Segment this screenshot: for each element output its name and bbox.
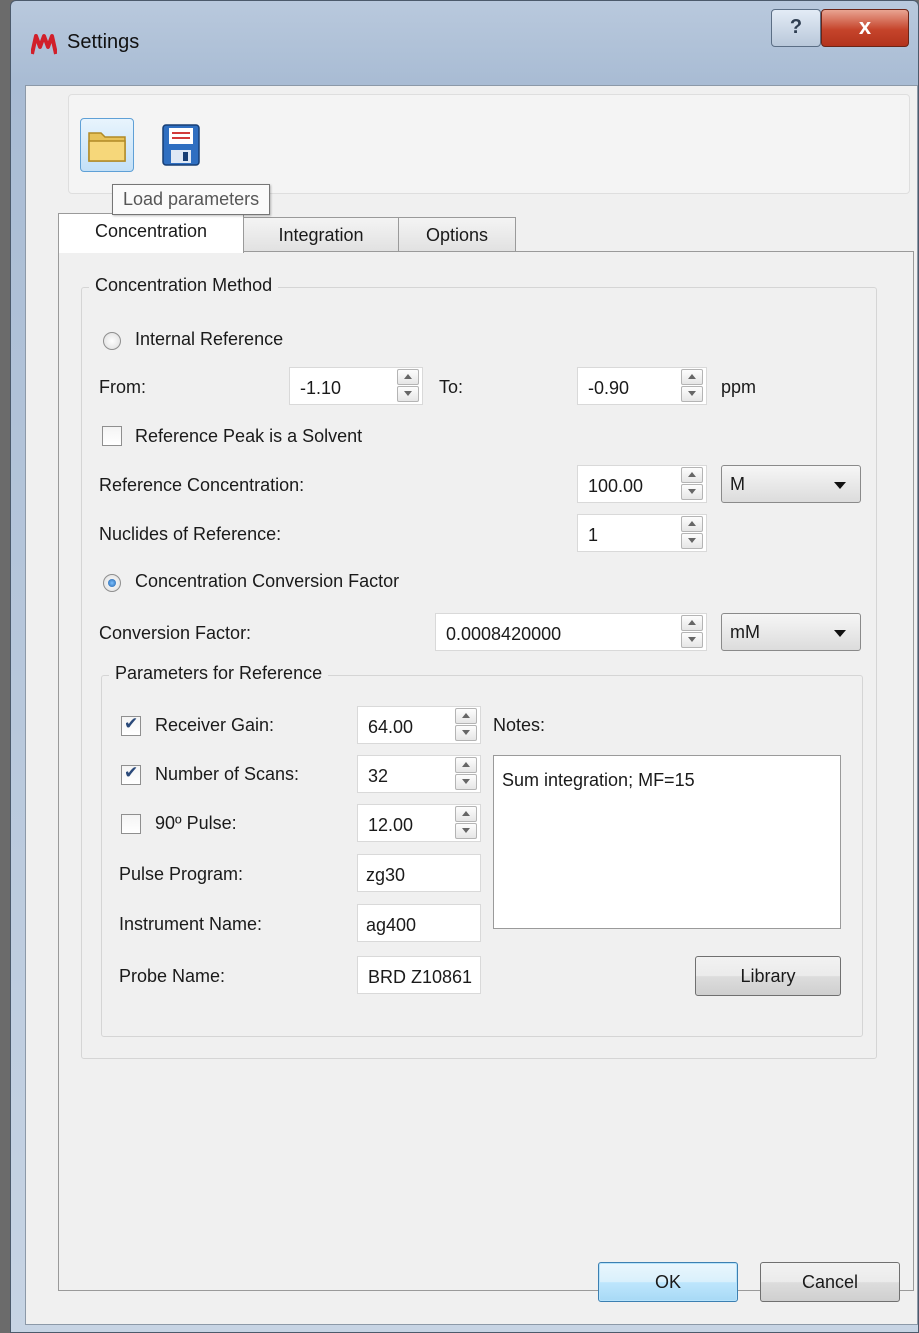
tab-options[interactable]: Options [398, 217, 516, 252]
save-parameters-button[interactable] [154, 118, 208, 172]
floppy-disk-icon [162, 124, 200, 166]
tab-concentration[interactable]: Concentration [58, 213, 244, 253]
decrement-arrow-icon[interactable] [681, 386, 703, 402]
reference-concentration-unit-select[interactable]: M [721, 465, 861, 503]
notes-label: Notes: [493, 715, 546, 735]
pulse-90-stepper[interactable] [453, 804, 481, 842]
number-of-scans-stepper[interactable] [453, 755, 481, 793]
reference-concentration-stepper[interactable] [679, 465, 707, 503]
number-of-scans-checkbox[interactable] [121, 763, 141, 785]
receiver-gain-label: Receiver Gain: [155, 715, 275, 735]
internal-reference-radio[interactable] [103, 332, 121, 350]
receiver-gain-checkbox[interactable] [121, 714, 141, 736]
internal-reference-label: Internal Reference [135, 329, 284, 349]
number-of-scans-label: Number of Scans: [155, 764, 300, 784]
pulse-90-checkbox[interactable] [121, 814, 141, 834]
pulse-program-label: Pulse Program: [119, 864, 244, 884]
increment-arrow-icon[interactable] [397, 369, 419, 385]
to-stepper[interactable] [679, 367, 707, 405]
to-label: To: [439, 377, 464, 397]
conversion-factor-spinbox[interactable]: 0.0008420000 [435, 613, 707, 651]
decrement-arrow-icon[interactable] [455, 823, 477, 839]
nuclides-label: Nuclides of Reference: [99, 524, 282, 544]
instrument-name-field[interactable]: ag400 [357, 904, 481, 942]
help-button[interactable]: ? [771, 9, 821, 47]
instrument-name-value: ag400 [366, 915, 417, 935]
pulse-program-field[interactable]: zg30 [357, 854, 481, 892]
dialog-client-area: Load parameters Concentration Integratio… [25, 85, 918, 1325]
from-value: -1.10 [300, 378, 342, 398]
solvent-label: Reference Peak is a Solvent [135, 426, 363, 446]
decrement-arrow-icon[interactable] [681, 484, 703, 500]
conversion-factor-label: Conversion Factor: [99, 623, 252, 643]
solvent-checkbox[interactable] [102, 426, 122, 446]
increment-arrow-icon[interactable] [681, 615, 703, 631]
increment-arrow-icon[interactable] [455, 806, 477, 822]
window-title: Settings [67, 31, 140, 53]
decrement-arrow-icon[interactable] [455, 774, 477, 790]
receiver-gain-value: 64.00 [368, 717, 414, 737]
reference-concentration-unit: M [730, 474, 745, 494]
app-logo-icon [31, 34, 57, 55]
pulse-90-value: 12.00 [368, 815, 414, 835]
conversion-factor-radio[interactable] [103, 574, 121, 592]
folder-open-icon [88, 132, 126, 162]
probe-name-label: Probe Name: [119, 966, 226, 986]
conversion-factor-unit: mM [730, 622, 760, 642]
conversion-factor-value: 0.0008420000 [446, 624, 562, 644]
probe-name-field[interactable]: BRD Z10861 [357, 956, 481, 994]
close-button[interactable]: x [821, 9, 909, 47]
increment-arrow-icon[interactable] [455, 757, 477, 773]
cancel-button[interactable]: Cancel [760, 1262, 900, 1302]
ppm-unit-label: ppm [721, 377, 757, 397]
conversion-factor-stepper[interactable] [679, 613, 707, 651]
notes-value: Sum integration; MF=15 [502, 770, 695, 790]
probe-name-value: BRD Z10861 [367, 967, 472, 987]
reference-concentration-label: Reference Concentration: [99, 475, 305, 495]
decrement-arrow-icon[interactable] [681, 632, 703, 648]
number-of-scans-value: 32 [368, 766, 389, 786]
to-value: -0.90 [588, 378, 630, 398]
nuclides-stepper[interactable] [679, 514, 707, 552]
chevron-down-icon [834, 630, 846, 637]
receiver-gain-stepper[interactable] [453, 706, 481, 744]
increment-arrow-icon[interactable] [681, 369, 703, 385]
reference-concentration-value: 100.00 [588, 476, 644, 496]
decrement-arrow-icon[interactable] [455, 725, 477, 741]
ok-button[interactable]: OK [598, 1262, 738, 1302]
decrement-arrow-icon[interactable] [681, 533, 703, 549]
chevron-down-icon [834, 482, 846, 489]
tab-integration[interactable]: Integration [242, 217, 400, 252]
conversion-factor-option-label: Concentration Conversion Factor [135, 571, 400, 591]
conversion-factor-unit-select[interactable]: mM [721, 613, 861, 651]
pulse-90-label: 90º Pulse: [155, 813, 237, 833]
from-label: From: [99, 377, 146, 397]
library-button[interactable]: Library [695, 956, 841, 996]
nuclides-value: 1 [588, 525, 599, 545]
increment-arrow-icon[interactable] [455, 708, 477, 724]
title-bar[interactable]: Settings ? x [11, 1, 918, 85]
instrument-name-label: Instrument Name: [119, 914, 263, 934]
notes-textarea[interactable]: Sum integration; MF=15 [493, 755, 841, 929]
tooltip: Load parameters [112, 184, 271, 215]
concentration-method-title: Concentration Method [89, 275, 279, 296]
increment-arrow-icon[interactable] [681, 516, 703, 532]
from-stepper[interactable] [395, 367, 423, 405]
decrement-arrow-icon[interactable] [397, 386, 419, 402]
parameters-title: Parameters for Reference [109, 663, 329, 684]
load-parameters-button[interactable] [80, 118, 134, 172]
concentration-tab-panel: Concentration Method Internal Reference … [58, 251, 914, 1291]
increment-arrow-icon[interactable] [681, 467, 703, 483]
settings-dialog: Settings ? x Load parameters Concentrati… [10, 0, 919, 1333]
pulse-program-value: zg30 [366, 865, 406, 885]
